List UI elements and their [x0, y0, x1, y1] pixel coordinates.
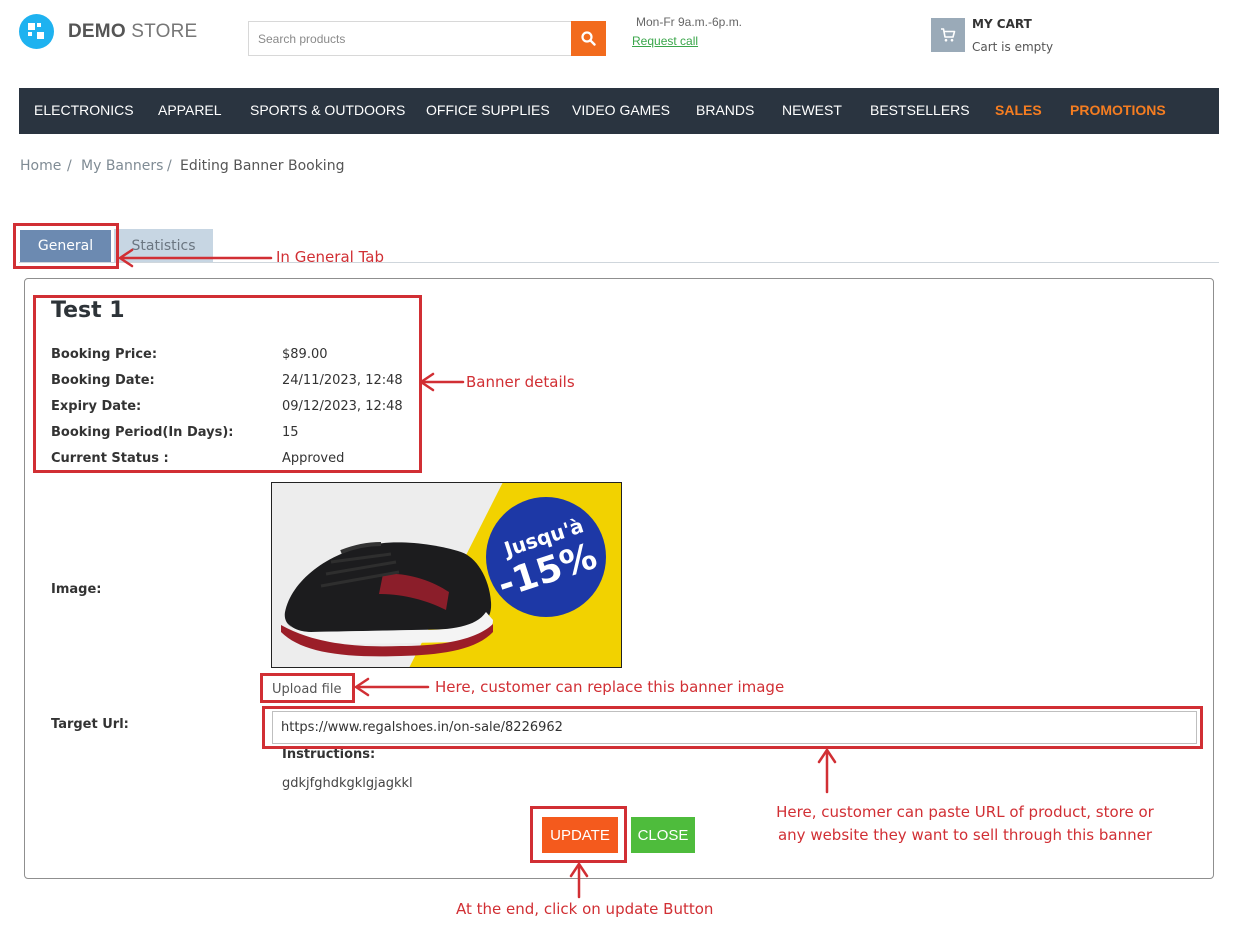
annotation-paste-url-line2: any website they want to sell through th… [777, 826, 1153, 844]
annotation-click-update: At the end, click on update Button [456, 900, 714, 918]
annotation-replace-image: Here, customer can replace this banner i… [435, 678, 785, 696]
annotation-paste-url-line1: Here, customer can paste URL of product,… [776, 803, 1154, 821]
annotation-banner-details: Banner details [466, 373, 575, 391]
annotation-general-tab: In General Tab [276, 248, 384, 266]
annotation-paste-url: Here, customer can paste URL of product,… [760, 801, 1170, 847]
